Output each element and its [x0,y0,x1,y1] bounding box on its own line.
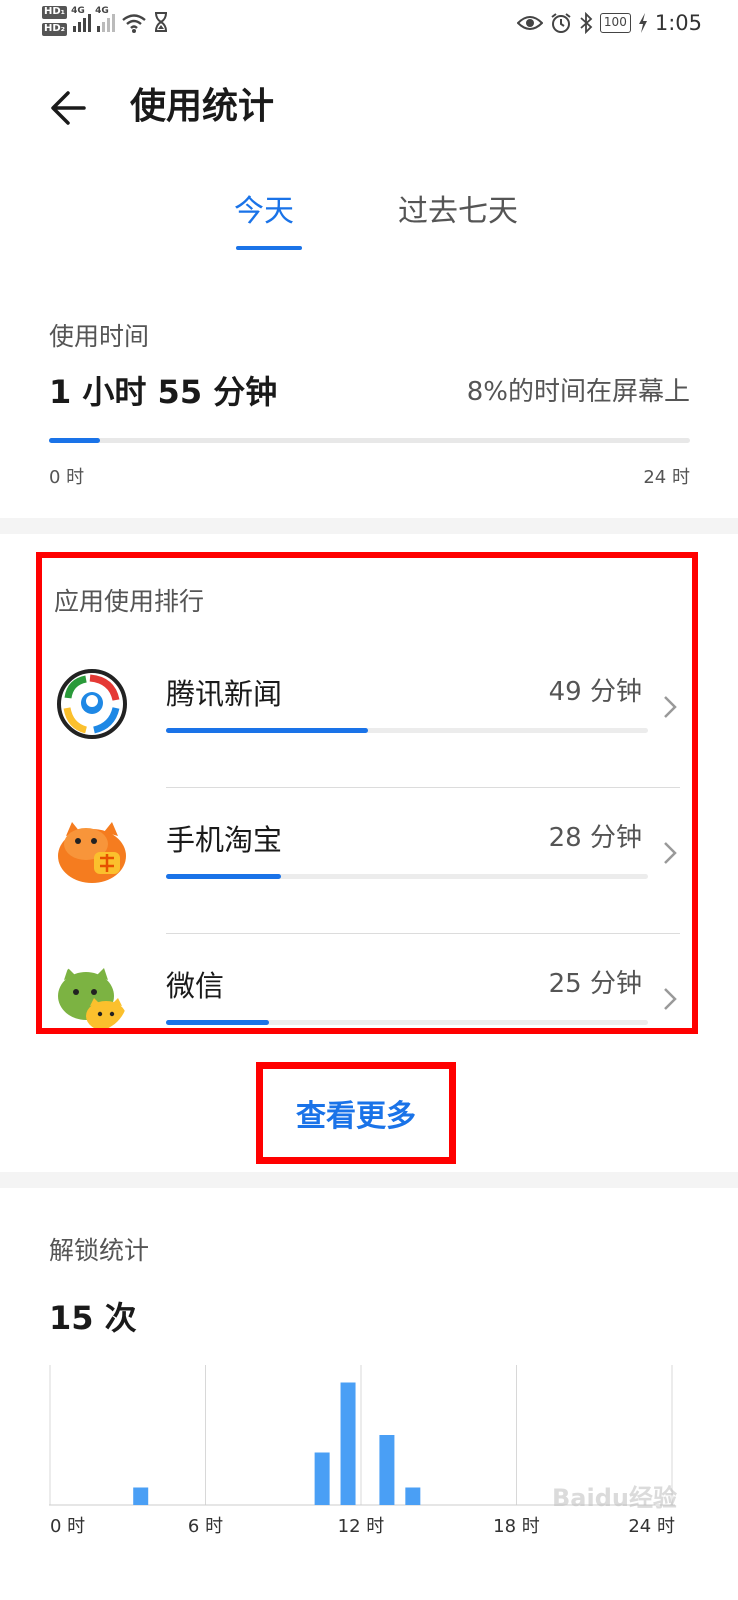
chevron-right-icon [664,988,677,1010]
usage-total-time: 1 小时 55 分钟 [49,373,278,411]
app-ranking-card: 应用使用排行 腾讯新闻 49 分钟 手机淘宝 28 分钟 微信 25 分钟 [36,552,698,1034]
view-more-label: 查看更多 [296,1099,416,1134]
chart-tick-label: 0 时 [50,1516,86,1537]
app-row-wechat[interactable]: 微信 25 分钟 [42,934,692,1028]
wifi-icon [122,14,146,33]
app-usage-time: 28 分钟 [548,823,642,853]
usage-progress-fill [49,438,101,443]
chart-bar [314,1452,330,1505]
hd2-badge: HD₂ [42,23,68,36]
signal-1-icon: 4G [71,6,92,32]
unlock-count: 15 次 [49,1299,137,1337]
usage-progress-track [49,438,690,443]
app-usage-time: 49 分钟 [548,677,642,707]
usage-axis: 0 时 24 时 [49,463,690,493]
hourglass-icon [155,12,168,32]
app-usage-track [166,1020,648,1025]
chart-tick-label: 18 时 [493,1516,540,1537]
status-right: 100 1:05 [516,11,702,35]
app-header: 使用统计 [0,72,738,142]
status-bar: HD₁ HD₂ 4G 4G 100 1:05 [0,0,738,52]
chart-bar [405,1487,421,1505]
signal-2-icon: 4G [95,6,116,32]
usage-time-section: 使用时间 1 小时 55 分钟 8%的时间在屏幕上 0 时 24 时 [49,318,690,493]
chart-tick-label: 24 时 [628,1516,675,1537]
unlock-chart: 0 时 6 时 12 时 18 时 24 时 [49,1365,675,1547]
chart-bar [340,1382,356,1505]
unlock-stats-label: 解锁统计 [49,1236,150,1265]
watermark: Baidu经验 [552,1484,677,1512]
status-left: HD₁ HD₂ 4G 4G [42,6,169,36]
unlock-stats-section: 解锁统计 15 次 [49,1232,690,1344]
hd1-badge: HD₁ [42,6,68,19]
taobao-icon [58,822,126,883]
app-row-taobao[interactable]: 手机淘宝 28 分钟 [42,788,692,934]
chart-tick-label: 6 时 [187,1516,224,1537]
usage-time-label: 使用时间 [49,322,150,351]
chart-bar [379,1435,395,1505]
app-name: 腾讯新闻 [166,677,283,711]
chevron-right-icon [664,842,677,864]
wechat-icon [58,968,126,1028]
network-type-1: 4G [71,6,85,16]
hd-voice-badges: HD₁ HD₂ [42,6,68,36]
charging-icon [638,13,647,33]
back-arrow-icon[interactable] [44,84,92,132]
usage-axis-end: 24 时 [643,467,690,488]
app-usage-fill [166,728,368,733]
usage-axis-start: 0 时 [49,467,85,488]
usage-screen-percent: 8%的时间在屏幕上 [466,377,690,407]
app-name: 微信 [166,969,225,1003]
app-usage-fill [166,1020,269,1025]
page-title: 使用统计 [130,86,275,127]
usage-summary-row: 1 小时 55 分钟 8%的时间在屏幕上 [49,366,690,426]
view-more-button[interactable]: 查看更多 [256,1062,456,1164]
tab-last-seven-days[interactable]: 过去七天 [398,190,518,234]
app-usage-time: 25 分钟 [548,969,642,999]
section-divider [0,1172,738,1188]
app-usage-track [166,874,648,879]
chevron-right-icon [664,696,677,718]
clock-time: 1:05 [654,11,702,35]
section-divider [0,518,738,534]
bluetooth-icon [580,12,593,34]
chart-tick-label: 12 时 [337,1516,385,1537]
app-row-tencent-news[interactable]: 腾讯新闻 49 分钟 [42,642,692,788]
active-tab-indicator [236,246,302,250]
app-name: 手机淘宝 [166,823,283,857]
app-ranking-title: 应用使用排行 [54,587,205,616]
app-usage-track [166,728,648,733]
app-usage-fill [166,874,282,879]
battery-icon: 100 [599,13,631,33]
period-tabs: 今天 过去七天 [0,190,738,260]
chart-bar [133,1487,149,1505]
network-type-2: 4G [95,6,109,16]
eye-comfort-icon [516,16,543,30]
tencent-news-icon [57,669,127,739]
tab-today[interactable]: 今天 [234,190,294,234]
alarm-icon [551,13,571,33]
